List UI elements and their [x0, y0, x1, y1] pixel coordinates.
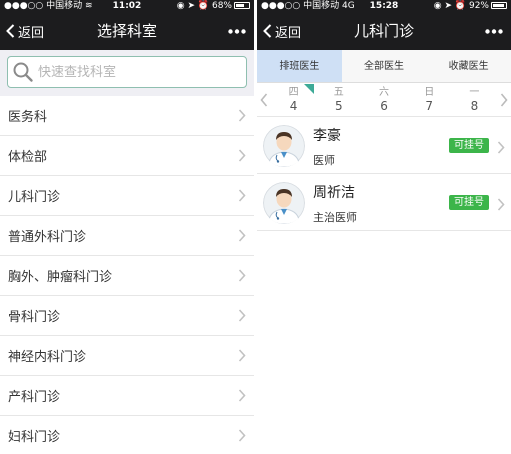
battery-percent: 92%	[468, 1, 489, 11]
search-box[interactable]	[7, 56, 247, 88]
weekday-label: 六	[379, 86, 389, 98]
department-label: 医务科	[8, 110, 48, 125]
department-label: 儿科门诊	[8, 190, 61, 205]
more-button[interactable]	[228, 12, 246, 50]
department-label: 妇科门诊	[8, 430, 61, 445]
date-cell[interactable]: 六6	[361, 87, 406, 113]
status-bar: ●●●○○ 中国移动 4G 15:28 ◉ ➤ ⏰ 92%	[257, 0, 511, 12]
department-item[interactable]: 儿科门诊	[0, 176, 254, 216]
weekday-label: 日	[424, 86, 435, 98]
book-appointment-button[interactable]: 可挂号	[449, 138, 489, 153]
doctor-avatar-icon	[263, 125, 305, 167]
page-title: 儿科门诊	[353, 22, 414, 40]
weekday-label: 四	[288, 86, 299, 98]
department-label: 骨科门诊	[8, 310, 61, 325]
department-select-screen: ●●●○○ 中国移动 ≋ 11:02 ◉ ➤ ⏰ 68% 返回 选择科室 医务科…	[0, 0, 254, 454]
day-number: 5	[334, 98, 343, 113]
battery-percent: 68%	[211, 1, 232, 11]
doctor-name: 周祈洁	[313, 185, 355, 201]
location-icon: ➤	[444, 1, 453, 11]
search-icon	[13, 62, 33, 82]
doctor-title: 主治医师	[313, 211, 357, 224]
date-cell[interactable]: 日7	[407, 87, 452, 113]
doctor-name: 李豪	[313, 128, 341, 144]
department-item[interactable]: 胸外、肿瘤科门诊	[0, 256, 254, 296]
department-label: 产科门诊	[8, 390, 61, 405]
chevron-left-icon	[260, 92, 268, 107]
weekday-label: 五	[333, 86, 344, 98]
day-number: 8	[470, 98, 479, 113]
department-item[interactable]: 医务科	[0, 96, 254, 136]
alarm-icon: ⏰	[197, 1, 210, 11]
more-dots-icon	[485, 28, 503, 34]
battery-icon	[491, 2, 507, 9]
navigation-bar: 返回 选择科室	[0, 12, 254, 50]
date-cell[interactable]: 四4	[271, 83, 316, 113]
chevron-right-icon	[238, 149, 246, 162]
page-title: 选择科室	[96, 22, 157, 40]
book-appointment-button[interactable]: 可挂号	[449, 195, 489, 210]
department-item[interactable]: 骨科门诊	[0, 296, 254, 336]
avatar	[263, 182, 305, 224]
date-prev-button[interactable]	[257, 92, 271, 107]
department-label: 普通外科门诊	[8, 230, 87, 245]
tab-1[interactable]: 全部医生	[342, 50, 427, 82]
location-icon: ➤	[187, 1, 196, 11]
tab-2[interactable]: 收藏医生	[426, 50, 511, 82]
more-dots-icon	[228, 28, 246, 34]
chevron-right-icon	[238, 229, 246, 242]
chevron-right-icon	[238, 429, 246, 442]
chevron-right-icon	[497, 141, 505, 154]
department-label: 胸外、肿瘤科门诊	[8, 270, 113, 285]
department-item[interactable]: 产科门诊	[0, 376, 254, 416]
search-input[interactable]	[38, 64, 228, 80]
chevron-right-icon	[238, 109, 246, 122]
tab-0[interactable]: 排班医生	[257, 50, 342, 82]
chevron-right-icon	[500, 92, 508, 107]
date-cell[interactable]: 五5	[316, 87, 361, 113]
lock-rotation-icon: ◉	[176, 1, 185, 11]
status-bar: ●●●○○ 中国移动 ≋ 11:02 ◉ ➤ ⏰ 68%	[0, 0, 254, 12]
date-cell[interactable]: 一8	[452, 87, 497, 113]
date-cells: 四4五5六6日7一8	[271, 83, 497, 113]
doctor-list: 李豪 医师 可挂号 周祈洁 主治医师 可挂号	[257, 117, 511, 231]
alarm-icon: ⏰	[454, 1, 467, 11]
chevron-right-icon	[238, 389, 246, 402]
department-label: 神经内科门诊	[8, 350, 87, 365]
chevron-right-icon	[238, 349, 246, 362]
day-number: 6	[380, 98, 388, 113]
doctor-tabs: 排班医生 全部医生 收藏医生	[257, 50, 511, 83]
status-right: ◉ ➤ ⏰ 68%	[177, 0, 250, 12]
department-list: 医务科体检部儿科门诊普通外科门诊胸外、肿瘤科门诊 骨科门诊神经内科门诊 产科门诊妇科…	[0, 96, 254, 454]
department-label: 体检部	[8, 150, 48, 165]
weekday-label: 一	[469, 86, 480, 98]
status-right: ◉ ➤ ⏰ 92%	[434, 0, 507, 12]
department-item[interactable]: 妇科门诊	[0, 416, 254, 454]
day-number: 4	[289, 98, 298, 113]
day-number: 7	[425, 98, 434, 113]
doctor-row[interactable]: 李豪医师 可挂号	[257, 117, 511, 174]
chevron-right-icon	[238, 309, 246, 322]
search-area	[0, 50, 254, 96]
department-item[interactable]: 普通外科门诊	[0, 216, 254, 256]
doctor-list-screen: ●●●○○ 中国移动 4G 15:28 ◉ ➤ ⏰ 92% 返回 儿科门诊 排班…	[257, 0, 511, 454]
row-chevron	[497, 196, 505, 215]
date-next-button[interactable]	[497, 92, 511, 107]
doctor-avatar-icon	[263, 182, 305, 224]
avatar	[263, 125, 305, 167]
department-item[interactable]: 体检部	[0, 136, 254, 176]
navigation-bar: 返回 儿科门诊	[257, 12, 511, 50]
doctor-title: 医师	[313, 154, 335, 167]
chevron-right-icon	[238, 269, 246, 282]
lock-rotation-icon: ◉	[433, 1, 442, 11]
row-chevron	[497, 139, 505, 158]
date-strip: 四4五5六6日7一8	[257, 83, 511, 117]
doctor-row[interactable]: 周祈洁主治医师 可挂号	[257, 174, 511, 231]
department-item[interactable]: 神经内科门诊	[0, 336, 254, 376]
more-button[interactable]	[485, 12, 503, 50]
chevron-right-icon	[497, 198, 505, 211]
chevron-right-icon	[238, 189, 246, 202]
battery-icon	[234, 2, 250, 9]
